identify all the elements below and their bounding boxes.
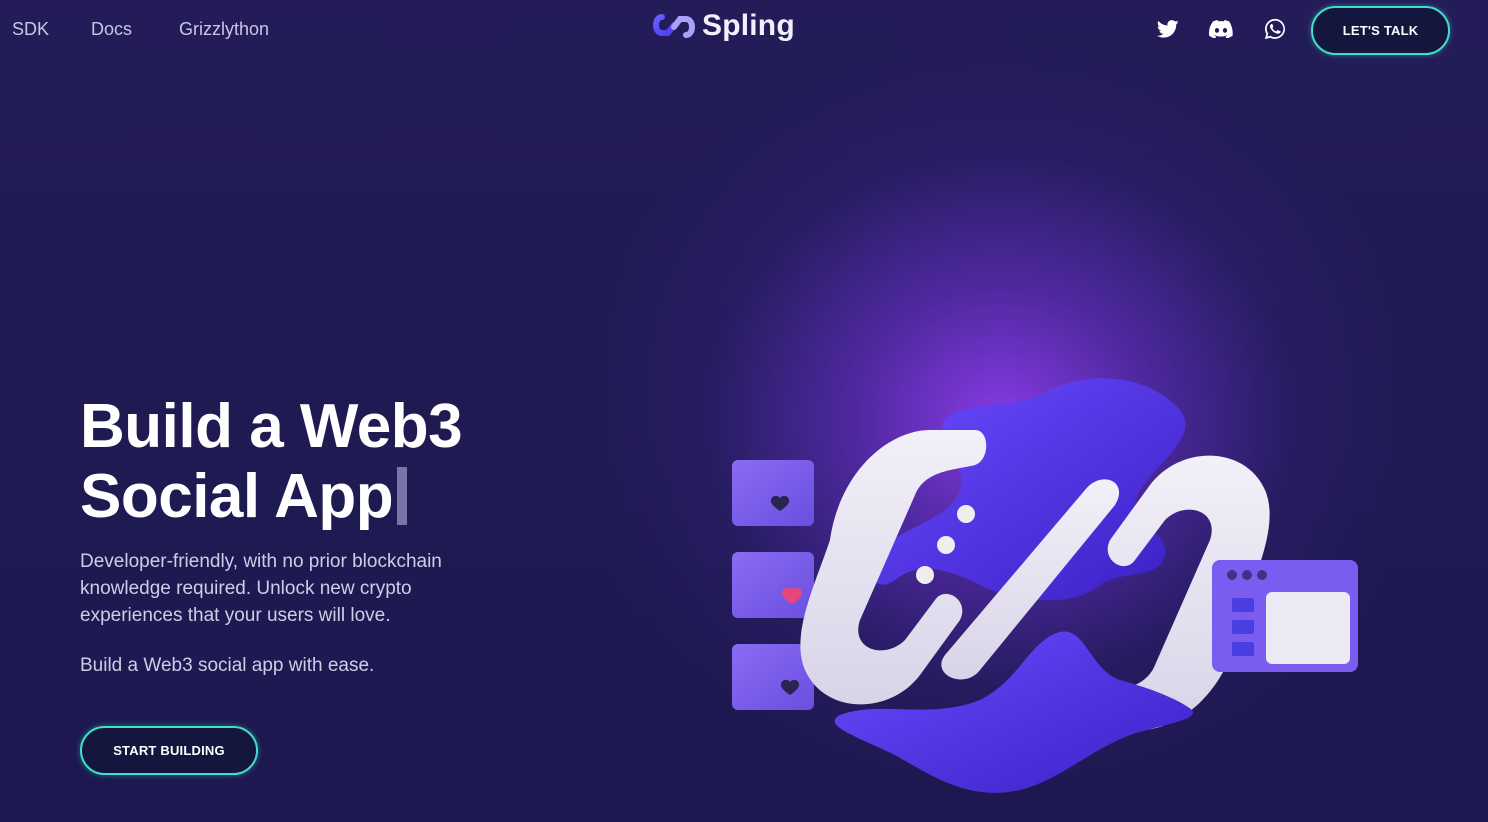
nav-link-sdk[interactable]: SDK [12,19,49,40]
logo-text: Spling [702,9,795,42]
whatsapp-icon[interactable] [1262,16,1288,42]
spling-logo[interactable]: Spling [652,6,795,46]
discord-icon[interactable] [1208,16,1234,42]
top-nav: SDK Docs Grizzlython Spling LET'S TALK [0,0,1488,60]
hero-illustration [732,378,1358,793]
app-window-card [1212,560,1358,672]
hero-description: Developer-friendly, with no prior blockc… [80,551,442,626]
reaction-card-2 [732,552,814,618]
hero-headline: Build a Web3 Social App [80,392,463,532]
headline-line-2: Social App [80,462,394,531]
twitter-icon[interactable] [1155,16,1181,42]
start-building-button[interactable]: START BUILDING [80,726,258,775]
nav-link-grizzlython[interactable]: Grizzlython [179,19,269,40]
nav-link-docs[interactable]: Docs [91,19,132,40]
typing-caret [397,467,408,525]
hero-tagline: Build a Web3 social app with ease. [80,655,375,676]
spling-logo-icon [653,14,695,38]
lets-talk-button[interactable]: LET'S TALK [1311,6,1450,55]
headline-line-1: Build a Web3 [80,392,463,461]
reaction-card-1 [732,460,814,526]
